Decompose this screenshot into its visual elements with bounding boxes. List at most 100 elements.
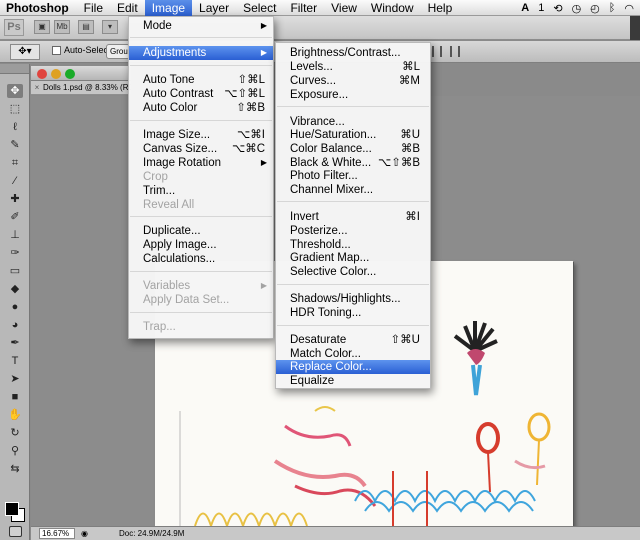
application-bar: Ps ▣ Mb ▤ ▾: [0, 16, 640, 40]
adjust-item-replace-color[interactable]: Replace Color...: [276, 360, 430, 374]
minimize-window-icon[interactable]: [51, 69, 61, 79]
menu-filter[interactable]: Filter: [283, 0, 324, 16]
crop-tool-icon[interactable]: ⌗: [7, 156, 23, 170]
image-menu-dropdown: Mode ▶ Adjustments ▶ Auto Tone ⇧⌘L Auto Con…: [128, 16, 274, 339]
eyedropper-tool-icon[interactable]: ⁄: [7, 174, 23, 188]
auto-select-checkbox[interactable]: [52, 45, 61, 55]
time-machine-icon[interactable]: ◴: [590, 2, 600, 15]
swap-colors-icon[interactable]: ⇆: [7, 462, 23, 476]
adjust-item-invert[interactable]: Invert ⌘I: [276, 210, 430, 224]
mini-bridge-button[interactable]: Mb: [54, 20, 70, 34]
close-tab-icon[interactable]: ×: [31, 81, 43, 94]
tools-panel: ✥ ⬚ ℓ ✎ ⌗ ⁄ ✚ ✐ ⊥ ✑ ▭ ◆ ● ◕ ✒ T ➤ ■ ✋ ↻ …: [0, 64, 30, 540]
paint-bucket-tool-icon[interactable]: ◆: [7, 282, 23, 296]
path-selection-tool-icon[interactable]: ➤: [7, 372, 23, 386]
image-menu-item-auto-tone[interactable]: Auto Tone ⇧⌘L: [129, 73, 273, 87]
auto-select-option[interactable]: Auto-Select:: [52, 45, 113, 55]
menu-app-photoshop[interactable]: Photoshop: [0, 1, 77, 15]
image-menu-item-image-size[interactable]: Image Size... ⌥⌘I: [129, 128, 273, 142]
history-brush-tool-icon[interactable]: ✑: [7, 246, 23, 260]
tool-preset-picker[interactable]: ✥▾: [10, 44, 40, 60]
pen-tool-icon[interactable]: ✒: [7, 336, 23, 350]
view-extras-button[interactable]: ▤: [78, 20, 94, 34]
status-info-icon[interactable]: ◉: [81, 527, 88, 540]
adjust-item-posterize[interactable]: Posterize...: [276, 224, 430, 238]
document-tab[interactable]: ×Dolls 1.psd @ 8.33% (RGB/8): [31, 81, 131, 95]
rectangle-tool-icon[interactable]: ■: [7, 390, 23, 404]
foreground-color-swatch[interactable]: [5, 502, 19, 516]
adjust-item-match-color[interactable]: Match Color...: [276, 347, 430, 361]
brush-tool-icon[interactable]: ✐: [7, 210, 23, 224]
adjust-item-brightness-contrast[interactable]: Brightness/Contrast...: [276, 46, 430, 60]
image-menu-item-duplicate[interactable]: Duplicate...: [129, 224, 273, 238]
menu-file[interactable]: File: [77, 0, 110, 16]
image-menu-item-mode[interactable]: Mode ▶: [129, 19, 273, 33]
type-tool-icon[interactable]: T: [7, 354, 23, 368]
menu-select[interactable]: Select: [236, 0, 283, 16]
auto-select-target-dropdown[interactable]: Group: [106, 44, 130, 59]
align-icon[interactable]: [432, 46, 442, 57]
menu-separator: [130, 271, 272, 272]
zoom-level-field[interactable]: 16.67%: [39, 528, 75, 539]
menu-help[interactable]: Help: [421, 0, 460, 16]
adjust-item-color-balance[interactable]: Color Balance... ⌘B: [276, 142, 430, 156]
adjust-item-gradient-map[interactable]: Gradient Map...: [276, 251, 430, 265]
tools-panel-grip[interactable]: [0, 64, 29, 74]
image-menu-item-canvas-size[interactable]: Canvas Size... ⌥⌘C: [129, 142, 273, 156]
zoom-window-icon[interactable]: [65, 69, 75, 79]
adjust-item-black-white[interactable]: Black & White... ⌥⇧⌘B: [276, 156, 430, 170]
eraser-tool-icon[interactable]: ▭: [7, 264, 23, 278]
marquee-tool-icon[interactable]: ⬚: [7, 102, 23, 116]
bridge-button[interactable]: ▣: [34, 20, 50, 34]
healing-brush-tool-icon[interactable]: ✚: [7, 192, 23, 206]
adjust-item-hdr-toning[interactable]: HDR Toning...: [276, 306, 430, 320]
adjust-item-photo-filter[interactable]: Photo Filter...: [276, 169, 430, 183]
bluetooth-icon[interactable]: ᛒ: [609, 2, 616, 14]
menu-image[interactable]: Image: [144, 0, 193, 16]
adjust-item-selective-color[interactable]: Selective Color...: [276, 265, 430, 279]
document-size-info[interactable]: Doc: 24.9M/24.9M: [119, 527, 184, 540]
blur-tool-icon[interactable]: ●: [7, 300, 23, 314]
adjust-item-desaturate[interactable]: Desaturate ⇧⌘U: [276, 333, 430, 347]
menu-view[interactable]: View: [324, 0, 364, 16]
image-menu-item-auto-color[interactable]: Auto Color ⇧⌘B: [129, 101, 273, 115]
dodge-tool-icon[interactable]: ◕: [7, 318, 23, 332]
image-menu-item-auto-contrast[interactable]: Auto Contrast ⌥⇧⌘L: [129, 87, 273, 101]
appbar-edge: [630, 16, 640, 40]
menu-layer[interactable]: Layer: [192, 0, 236, 16]
image-menu-item-apply-image[interactable]: Apply Image...: [129, 238, 273, 252]
distribute-icon[interactable]: [450, 46, 460, 57]
adjust-item-exposure[interactable]: Exposure...: [276, 88, 430, 102]
quick-selection-tool-icon[interactable]: ✎: [7, 138, 23, 152]
adjust-item-curves[interactable]: Curves... ⌘M: [276, 74, 430, 88]
menu-edit[interactable]: Edit: [110, 0, 145, 16]
document-title-bar: [31, 66, 131, 81]
clone-stamp-tool-icon[interactable]: ⊥: [7, 228, 23, 242]
adjust-item-hue-saturation[interactable]: Hue/Saturation... ⌘U: [276, 128, 430, 142]
image-menu-item-trim[interactable]: Trim...: [129, 184, 273, 198]
adjust-item-equalize[interactable]: Equalize: [276, 374, 430, 388]
adjust-item-levels[interactable]: Levels... ⌘L: [276, 60, 430, 74]
image-menu-item-adjustments[interactable]: Adjustments ▶: [129, 46, 273, 60]
adjustments-submenu: Brightness/Contrast... Levels... ⌘L Curve…: [275, 42, 431, 389]
sync-icon[interactable]: ⟲: [553, 2, 562, 15]
lasso-tool-icon[interactable]: ℓ: [7, 120, 23, 134]
wifi-icon[interactable]: ◠: [624, 2, 634, 15]
zoom-tool-icon[interactable]: ⚲: [7, 444, 23, 458]
clock-icon[interactable]: ◷: [572, 2, 582, 15]
adjust-item-channel-mixer[interactable]: Channel Mixer...: [276, 183, 430, 197]
close-window-icon[interactable]: [37, 69, 47, 79]
adobe-icon[interactable]: A: [521, 2, 529, 14]
adjust-item-threshold[interactable]: Threshold...: [276, 238, 430, 252]
adjust-item-vibrance[interactable]: Vibrance...: [276, 115, 430, 129]
zoom-level-button[interactable]: ▾: [102, 20, 118, 34]
image-menu-item-calculations[interactable]: Calculations...: [129, 252, 273, 266]
rotate-view-tool-icon[interactable]: ↻: [7, 426, 23, 440]
image-menu-item-image-rotation[interactable]: Image Rotation ▶: [129, 156, 273, 170]
quick-mask-icon[interactable]: [9, 526, 22, 537]
status-counter: 1: [538, 2, 545, 14]
hand-tool-icon[interactable]: ✋: [7, 408, 23, 422]
menu-window[interactable]: Window: [364, 0, 421, 16]
adjust-item-shadows-highlights[interactable]: Shadows/Highlights...: [276, 292, 430, 306]
move-tool-icon[interactable]: ✥: [7, 84, 23, 98]
